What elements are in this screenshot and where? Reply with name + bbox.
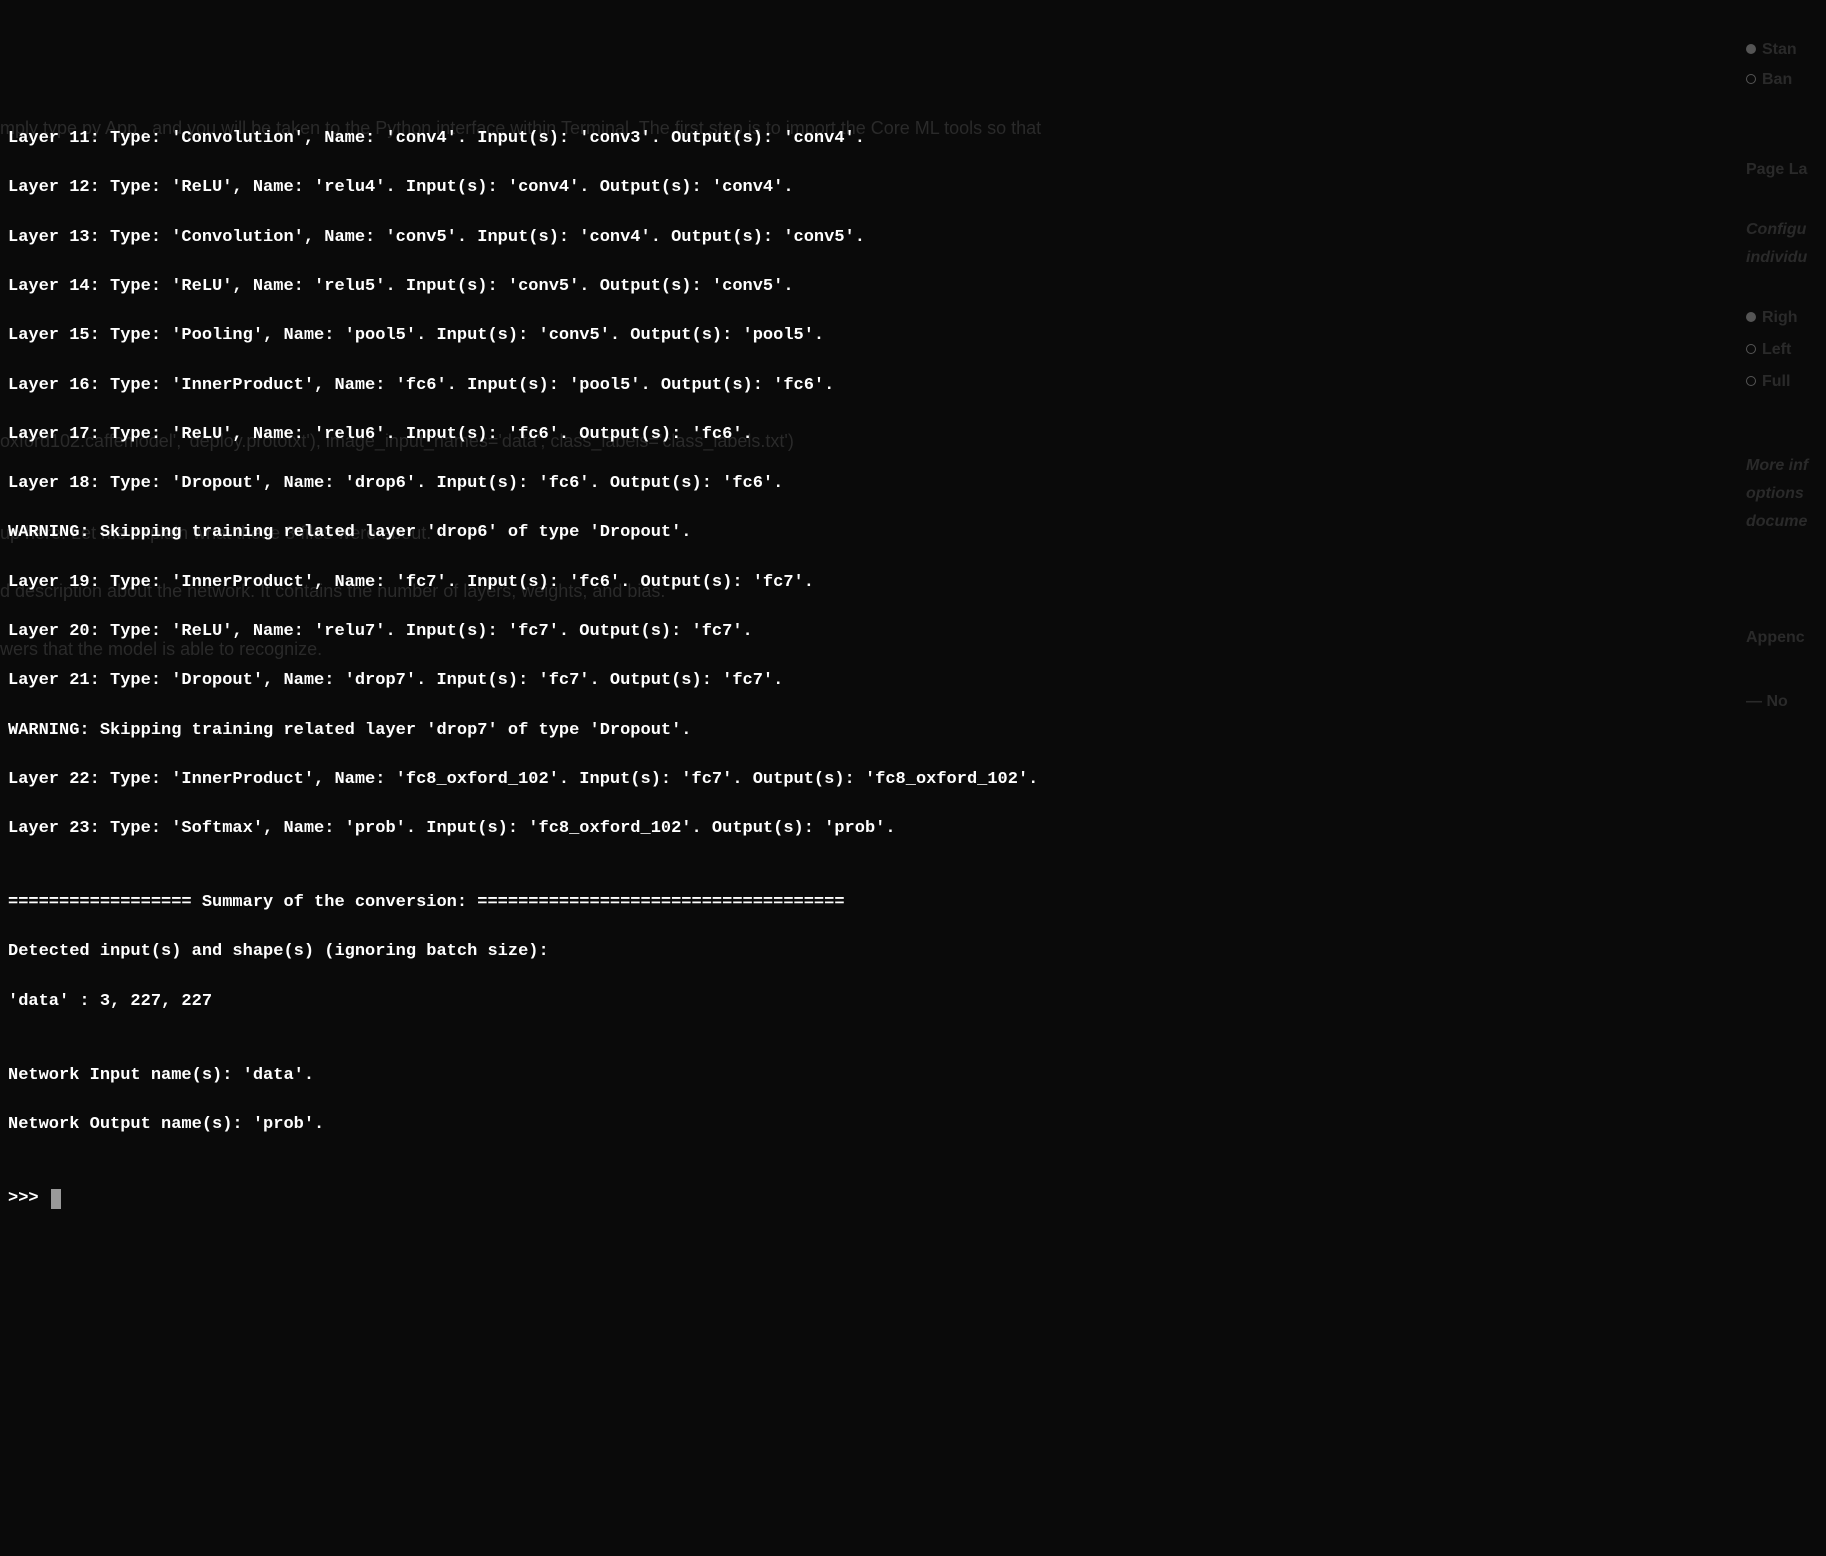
python-prompt: >>>	[8, 1187, 49, 1212]
output-line: Layer 14: Type: 'ReLU', Name: 'relu5'. I…	[8, 275, 1818, 300]
output-line: Network Output name(s): 'prob'.	[8, 1113, 1818, 1138]
output-line: Layer 15: Type: 'Pooling', Name: 'pool5'…	[8, 324, 1818, 349]
output-line: WARNING: Skipping training related layer…	[8, 719, 1818, 744]
output-line: Network Input name(s): 'data'.	[8, 1064, 1818, 1089]
output-line: Layer 19: Type: 'InnerProduct', Name: 'f…	[8, 571, 1818, 596]
output-line: Layer 23: Type: 'Softmax', Name: 'prob'.…	[8, 817, 1818, 842]
cursor-icon	[51, 1189, 61, 1209]
terminal-output: Layer 11: Type: 'Convolution', Name: 'co…	[8, 103, 1818, 1236]
output-line: Layer 12: Type: 'ReLU', Name: 'relu4'. I…	[8, 176, 1818, 201]
output-line: ================== Summary of the conver…	[8, 891, 1818, 916]
output-line: Layer 16: Type: 'InnerProduct', Name: 'f…	[8, 374, 1818, 399]
output-line: Layer 21: Type: 'Dropout', Name: 'drop7'…	[8, 669, 1818, 694]
radio-icon	[1746, 74, 1756, 84]
output-line: Layer 22: Type: 'InnerProduct', Name: 'f…	[8, 768, 1818, 793]
output-line: Layer 18: Type: 'Dropout', Name: 'drop6'…	[8, 472, 1818, 497]
output-line: 'data' : 3, 227, 227	[8, 990, 1818, 1015]
output-line: Layer 17: Type: 'ReLU', Name: 'relu6'. I…	[8, 423, 1818, 448]
sidebar-option: Stan	[1746, 38, 1797, 61]
output-line: Detected input(s) and shape(s) (ignoring…	[8, 940, 1818, 965]
output-line: Layer 11: Type: 'Convolution', Name: 'co…	[8, 127, 1818, 152]
radio-filled-icon	[1746, 44, 1756, 54]
python-prompt-line[interactable]: >>>	[8, 1187, 1818, 1212]
output-line: WARNING: Skipping training related layer…	[8, 521, 1818, 546]
output-line: Layer 13: Type: 'Convolution', Name: 'co…	[8, 226, 1818, 251]
output-line: Layer 20: Type: 'ReLU', Name: 'relu7'. I…	[8, 620, 1818, 645]
sidebar-option: Ban	[1746, 68, 1792, 91]
